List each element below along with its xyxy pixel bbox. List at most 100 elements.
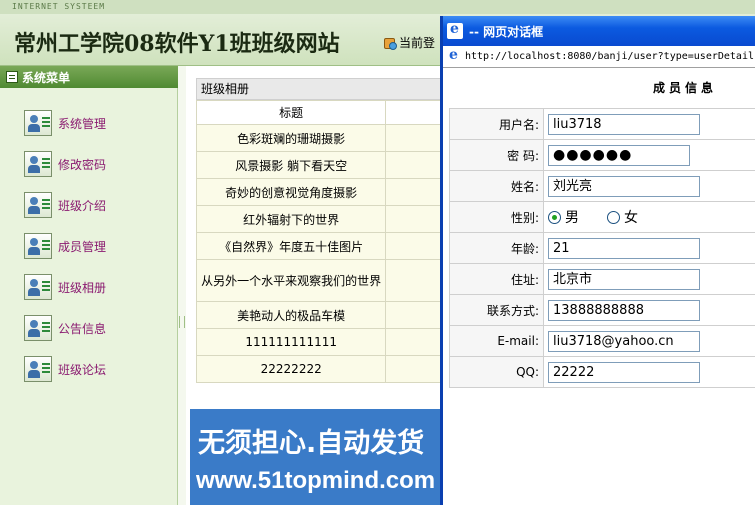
album-row-title[interactable]: 美艳动人的极品车模 bbox=[195, 301, 387, 329]
album-row-title[interactable]: 111111111111 bbox=[195, 328, 387, 356]
banner-text-area: 无须担心.自动发货 www.51topmind.com bbox=[190, 409, 465, 505]
form-row-gender: 性别: 男 女 bbox=[449, 201, 755, 233]
table-row[interactable]: 111111111111 bbox=[195, 328, 446, 356]
contact-field[interactable]: 13888888888 bbox=[548, 299, 700, 321]
album-row-title[interactable]: 从另外一个水平来观察我们的世界 bbox=[195, 259, 387, 302]
form-row-username: 用户名: liu3718 bbox=[449, 108, 755, 140]
album-row-extra bbox=[385, 205, 446, 233]
album-row-extra bbox=[385, 355, 446, 383]
table-row[interactable]: 风景摄影 躺下看天空 bbox=[195, 151, 446, 179]
table-row[interactable]: 美艳动人的极品车模 bbox=[195, 301, 446, 329]
address-field[interactable]: 北京市 bbox=[548, 268, 700, 290]
menu-header: 系统菜单 bbox=[0, 66, 178, 88]
album-row-title[interactable]: 《自然界》年度五十佳图片 bbox=[195, 232, 387, 260]
contact-label: 联系方式: bbox=[449, 294, 544, 326]
male-radio[interactable] bbox=[548, 210, 561, 224]
form-row-password: 密 码: ●●●●●● bbox=[449, 139, 755, 171]
dialog-title: -- 网页对话框 bbox=[469, 24, 544, 39]
album-panel-title: 班级相册 bbox=[196, 78, 446, 100]
table-header-row: 标题 bbox=[195, 100, 446, 125]
user-card-icon bbox=[24, 315, 52, 341]
column-header-title: 标题 bbox=[195, 100, 387, 125]
table-row[interactable]: 红外辐射下的世界 bbox=[195, 205, 446, 233]
gender-option-male[interactable]: 男 bbox=[548, 207, 579, 227]
album-row-extra bbox=[385, 178, 446, 206]
gender-radio-group: 男 女 bbox=[548, 207, 755, 227]
banner-url: www.51topmind.com bbox=[196, 467, 436, 494]
female-radio[interactable] bbox=[607, 210, 620, 224]
female-label: 女 bbox=[624, 210, 638, 226]
splitter-grip-icon[interactable] bbox=[179, 316, 185, 328]
age-label: 年龄: bbox=[449, 232, 544, 264]
user-card-icon bbox=[24, 274, 52, 300]
album-row-title[interactable]: 色彩斑斓的珊瑚摄影 bbox=[195, 124, 387, 152]
menu-item-announcements[interactable]: 公告信息 bbox=[24, 315, 106, 341]
qq-label: QQ: bbox=[449, 356, 544, 388]
member-info-form: 用户名: liu3718 密 码: ●●●●●● 姓名: 刘光亮 性别: 男 女… bbox=[449, 108, 755, 388]
qq-cell: 22222 bbox=[543, 356, 755, 388]
gender-option-female[interactable]: 女 bbox=[607, 207, 638, 227]
dialog-address-bar: http://localhost:8080/banji/user?type=us… bbox=[443, 46, 755, 68]
age-cell: 21 bbox=[543, 232, 755, 264]
name-field[interactable]: 刘光亮 bbox=[548, 175, 700, 197]
table-row[interactable]: 色彩斑斓的珊瑚摄影 bbox=[195, 124, 446, 152]
menu-list-icon bbox=[6, 71, 18, 83]
album-row-title[interactable]: 奇妙的创意视觉角度摄影 bbox=[195, 178, 387, 206]
web-dialog-window: -- 网页对话框 http://localhost:8080/banji/use… bbox=[440, 16, 755, 505]
frame-splitter[interactable] bbox=[178, 66, 186, 505]
ie-icon bbox=[447, 21, 463, 39]
address-cell: 北京市 bbox=[543, 263, 755, 295]
table-row[interactable]: 《自然界》年度五十佳图片 bbox=[195, 232, 446, 260]
password-cell: ●●●●●● bbox=[543, 139, 755, 171]
qq-field[interactable]: 22222 bbox=[548, 361, 700, 383]
album-row-extra bbox=[385, 301, 446, 329]
email-cell: liu3718@yahoo.cn bbox=[543, 325, 755, 357]
menu-item-class-forum[interactable]: 班级论坛 bbox=[24, 356, 106, 382]
email-field[interactable]: liu3718@yahoo.cn bbox=[548, 330, 700, 352]
album-row-title[interactable]: 风景摄影 躺下看天空 bbox=[195, 151, 387, 179]
username-field[interactable]: liu3718 bbox=[548, 113, 700, 135]
user-card-icon bbox=[24, 356, 52, 382]
menu-item-class-album[interactable]: 班级相册 bbox=[24, 274, 106, 300]
form-row-email: E-mail: liu3718@yahoo.cn bbox=[449, 325, 755, 357]
dialog-titlebar[interactable]: -- 网页对话框 bbox=[443, 16, 755, 46]
menu-item-system-admin[interactable]: 系统管理 bbox=[24, 110, 106, 136]
menu-item-change-password[interactable]: 修改密码 bbox=[24, 151, 106, 177]
menu-item-class-intro[interactable]: 班级介绍 bbox=[24, 192, 106, 218]
password-label: 密 码: bbox=[449, 139, 544, 171]
column-header-extra bbox=[385, 100, 446, 125]
menu-item-label: 班级论坛 bbox=[58, 362, 107, 377]
menu-item-label: 成员管理 bbox=[58, 239, 107, 254]
form-row-qq: QQ: 22222 bbox=[449, 356, 755, 388]
username-cell: liu3718 bbox=[543, 108, 755, 140]
menu-item-label: 班级介绍 bbox=[58, 198, 107, 213]
header-tagline: INTERNET SYSTEEM bbox=[12, 2, 106, 11]
contact-cell: 13888888888 bbox=[543, 294, 755, 326]
menu-item-label: 修改密码 bbox=[58, 157, 107, 172]
album-row-extra bbox=[385, 124, 446, 152]
menu-item-member-management[interactable]: 成员管理 bbox=[24, 233, 106, 259]
dialog-body: 成员信息 用户名: liu3718 密 码: ●●●●●● 姓名: 刘光亮 性别… bbox=[443, 68, 755, 505]
name-label: 姓名: bbox=[449, 170, 544, 202]
album-row-extra bbox=[385, 328, 446, 356]
album-row-extra bbox=[385, 259, 446, 302]
username-label: 用户名: bbox=[449, 108, 544, 140]
album-row-title[interactable]: 22222222 bbox=[195, 355, 387, 383]
table-row[interactable]: 从另外一个水平来观察我们的世界 bbox=[195, 259, 446, 302]
form-row-address: 住址: 北京市 bbox=[449, 263, 755, 295]
menu-item-label: 公告信息 bbox=[58, 321, 107, 336]
banner-slogan: 无须担心.自动发货 bbox=[198, 428, 425, 459]
email-label: E-mail: bbox=[449, 325, 544, 357]
ie-page-icon bbox=[447, 47, 461, 64]
password-field[interactable]: ●●●●●● bbox=[548, 144, 690, 166]
album-row-title[interactable]: 红外辐射下的世界 bbox=[195, 205, 387, 233]
table-row[interactable]: 22222222 bbox=[195, 355, 446, 383]
name-cell: 刘光亮 bbox=[543, 170, 755, 202]
user-card-icon bbox=[24, 110, 52, 136]
age-field[interactable]: 21 bbox=[548, 237, 700, 259]
table-row[interactable]: 奇妙的创意视觉角度摄影 bbox=[195, 178, 446, 206]
menu-item-label: 班级相册 bbox=[58, 280, 107, 295]
user-card-icon bbox=[24, 151, 52, 177]
album-row-extra bbox=[385, 151, 446, 179]
album-panel: 班级相册 标题 色彩斑斓的珊瑚摄影 风景摄影 躺下看天空 奇妙的创意视觉角度摄影… bbox=[195, 78, 446, 383]
